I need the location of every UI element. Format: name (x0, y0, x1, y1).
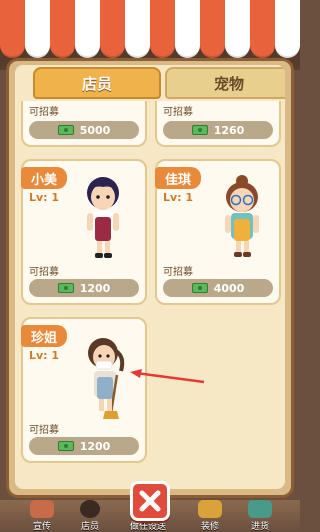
nav-decorate[interactable]: 装修 (190, 500, 230, 532)
price-value: 5000 (79, 123, 111, 137)
nav-staff[interactable]: 店员 (70, 500, 110, 532)
staff-avatar-jiaqi (225, 175, 259, 257)
staff-name: 小美 (21, 167, 68, 189)
nav-restock[interactable]: 进货 (240, 500, 280, 532)
price-button[interactable]: 4000 (163, 279, 273, 297)
price-value: 1200 (79, 281, 111, 295)
staff-level: Lv: 1 (29, 191, 60, 204)
tab-pets[interactable]: 宠物 (165, 67, 285, 99)
close-button[interactable] (130, 481, 170, 521)
money-icon (191, 125, 208, 135)
recruit-label: 可招募 (163, 267, 193, 278)
price-button[interactable]: 1200 (29, 279, 139, 297)
staff-icon (80, 500, 100, 518)
staff-card-jiaqi[interactable]: 佳琪 Lv: 1 可招募 4000 (155, 159, 281, 305)
recruit-label: 可招募 (29, 107, 59, 118)
price-button[interactable]: 5000 (29, 121, 139, 139)
staff-name: 佳琪 (155, 167, 202, 189)
recruit-label: 可招募 (29, 425, 59, 436)
price-button[interactable]: 1260 (163, 121, 273, 139)
nav-label: 宣传 (32, 522, 51, 532)
nav-label: 店员 (80, 522, 99, 532)
price-value: 4000 (213, 281, 245, 295)
recruit-label: 可招募 (163, 107, 193, 118)
close-icon (139, 490, 161, 512)
panel-content: 店员 宠物 可招募 5000 可招募 1260 小美 Lv: 1 可招募 120… (15, 65, 285, 489)
money-icon (57, 441, 74, 451)
price-value: 1260 (213, 123, 245, 137)
money-icon (191, 283, 208, 293)
staff-level: Lv: 1 (163, 191, 194, 204)
shop-awning (0, 0, 300, 62)
staff-card-xiaomei[interactable]: 小美 Lv: 1 可招募 1200 (21, 159, 147, 305)
recruit-label: 可招募 (29, 267, 59, 278)
money-icon (57, 283, 74, 293)
nav-label: 进货 (250, 522, 269, 532)
price-button[interactable]: 1200 (29, 437, 139, 455)
money-icon (57, 125, 74, 135)
arrow-icon (130, 369, 205, 384)
staff-avatar-xiaomei (87, 177, 119, 258)
promote-icon (30, 500, 54, 518)
card-top-left[interactable]: 可招募 5000 (21, 101, 147, 147)
staff-name: 珍姐 (21, 325, 68, 347)
price-value: 1200 (79, 439, 111, 453)
nav-promote[interactable]: 宣传 (22, 500, 62, 532)
restock-icon (248, 500, 272, 518)
decorate-icon (198, 500, 222, 518)
staff-level: Lv: 1 (29, 349, 60, 362)
staff-card-zhenjie[interactable]: 珍姐 Lv: 1 可招募 1200 (21, 317, 147, 463)
card-top-right[interactable]: 可招募 1260 (155, 101, 281, 147)
staff-avatar-zhenjie (88, 338, 125, 419)
recruit-panel: 店员 宠物 可招募 5000 可招募 1260 小美 Lv: 1 可招募 120… (6, 58, 294, 498)
tab-staff[interactable]: 店员 (33, 67, 161, 99)
nav-label: 装修 (200, 522, 219, 532)
